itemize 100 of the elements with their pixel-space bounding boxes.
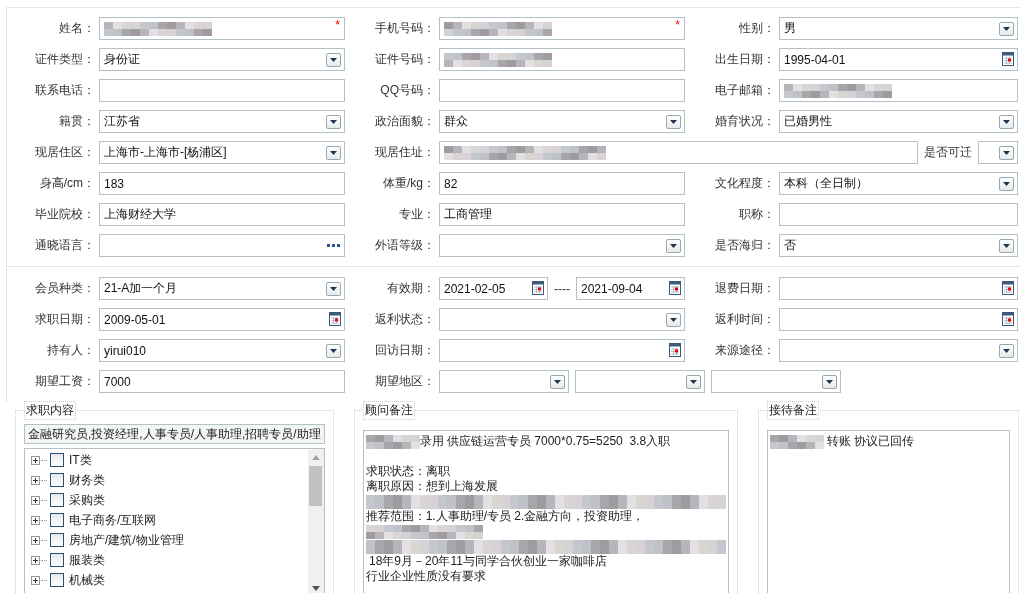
select-field[interactable] bbox=[575, 370, 705, 393]
expand-icon[interactable] bbox=[31, 515, 40, 525]
picker-field[interactable] bbox=[99, 234, 345, 257]
select-field[interactable]: yirui010 bbox=[99, 339, 345, 362]
tree-item[interactable]: 电子商务/互联网 bbox=[69, 511, 157, 529]
expand-icon[interactable] bbox=[31, 575, 40, 585]
calendar-icon bbox=[329, 312, 341, 326]
note-text: 推荐范围：1.人事助理/专员 2.金融方向，投资助理， bbox=[365, 509, 645, 524]
scrollbar-thumb[interactable] bbox=[308, 466, 322, 506]
checkbox[interactable] bbox=[50, 453, 64, 467]
date-field[interactable]: 2009-05-01 bbox=[99, 308, 345, 331]
selected-jobs-field[interactable]: 金融研究员,投资经理,人事专员/人事助理,招聘专员/助理 bbox=[24, 424, 325, 444]
field-label: 返利时间： bbox=[714, 311, 775, 328]
text-field[interactable]: 82 bbox=[439, 172, 685, 195]
select-field[interactable] bbox=[779, 339, 1018, 362]
select-field[interactable] bbox=[439, 308, 685, 331]
caret-icon bbox=[550, 375, 565, 389]
select-field[interactable]: 否 bbox=[779, 234, 1018, 257]
select-field[interactable] bbox=[978, 141, 1018, 164]
required-mark: * bbox=[335, 18, 340, 32]
checkbox[interactable] bbox=[50, 493, 64, 507]
field-label: 身高/cm： bbox=[38, 175, 95, 192]
expand-icon[interactable] bbox=[31, 455, 40, 465]
text-field[interactable]: 上海财经大学 bbox=[99, 203, 345, 226]
tree-item[interactable]: 机械类 bbox=[69, 571, 105, 589]
select-field[interactable]: 身份证 bbox=[99, 48, 345, 71]
field-label: 期望工资： bbox=[34, 373, 95, 390]
date-field[interactable] bbox=[779, 277, 1018, 300]
range-separator: ---- bbox=[554, 281, 570, 296]
note-text: 行业企业性质没有要求 bbox=[365, 569, 486, 584]
field-label: 现居住址： bbox=[374, 144, 435, 161]
expand-icon[interactable] bbox=[31, 495, 40, 505]
field-label: 毕业院校： bbox=[34, 206, 95, 223]
field-label: 持有人： bbox=[46, 342, 95, 359]
text-field[interactable] bbox=[779, 203, 1018, 226]
text-field[interactable]: * bbox=[439, 17, 685, 40]
field-label: 籍贯： bbox=[58, 113, 95, 130]
date-field[interactable]: 1995-04-01 bbox=[779, 48, 1018, 71]
text-field[interactable] bbox=[99, 79, 345, 102]
tree-item[interactable]: IT类 bbox=[69, 451, 92, 469]
text-field[interactable]: * bbox=[99, 17, 345, 40]
select-field[interactable]: 上海市-上海市-[杨浦区] bbox=[99, 141, 345, 164]
select-field[interactable] bbox=[711, 370, 841, 393]
text-field[interactable] bbox=[439, 79, 685, 102]
select-field[interactable]: 本科（全日制） bbox=[779, 172, 1018, 195]
text-field[interactable] bbox=[779, 79, 1018, 102]
select-field[interactable] bbox=[439, 234, 685, 257]
text-field[interactable]: 183 bbox=[99, 172, 345, 195]
scroll-down-icon[interactable] bbox=[310, 586, 321, 592]
text-field[interactable]: 7000 bbox=[99, 370, 345, 393]
scroll-up-icon[interactable] bbox=[310, 454, 321, 460]
field-label: 性别： bbox=[738, 20, 775, 37]
select-field[interactable]: 群众 bbox=[439, 110, 685, 133]
caret-icon bbox=[686, 375, 701, 389]
field-label: 外语等级： bbox=[374, 237, 435, 254]
field-label: 政治面貌： bbox=[374, 113, 435, 130]
group-title: 顾问备注 bbox=[362, 401, 415, 420]
expand-icon[interactable] bbox=[31, 475, 40, 485]
checkbox[interactable] bbox=[50, 573, 64, 587]
field-label: 现居住区： bbox=[34, 144, 95, 161]
notes-textarea[interactable]: 录用 供应链运营专员 7000*0.75=5250 3.8入职 求职状态：离职 离职原因：想到上海发展 推荐范围：1.人事助理/专员 2.金融方向，投资助理， 18年9月－20年11与同学合伙创业一家咖啡店 行业企业性质没有要求 bbox=[362, 430, 729, 593]
date-field[interactable]: 2021-02-05 bbox=[439, 277, 548, 300]
date-field[interactable] bbox=[779, 308, 1018, 331]
text-field[interactable] bbox=[439, 141, 918, 164]
date-field[interactable] bbox=[439, 339, 685, 362]
tree-item[interactable]: 采购类 bbox=[69, 491, 105, 509]
caret-icon bbox=[326, 282, 341, 296]
select-field[interactable]: 男 bbox=[779, 17, 1018, 40]
calendar-icon bbox=[1002, 312, 1014, 326]
caret-icon bbox=[822, 375, 837, 389]
caret-icon bbox=[326, 146, 341, 160]
select-field[interactable]: 江苏省 bbox=[99, 110, 345, 133]
tree-item[interactable]: 房地产/建筑/物业管理 bbox=[69, 531, 184, 549]
text-field[interactable]: 工商管理 bbox=[439, 203, 685, 226]
notes-textarea[interactable]: 转账 协议已回传 bbox=[766, 430, 1010, 593]
select-field[interactable]: 21-A加一个月 bbox=[99, 277, 345, 300]
select-field[interactable]: 已婚男性 bbox=[779, 110, 1018, 133]
group-title: 接待备注 bbox=[766, 401, 819, 420]
expand-icon[interactable] bbox=[31, 535, 40, 545]
checkbox[interactable] bbox=[50, 473, 64, 487]
field-label: 会员种类： bbox=[34, 280, 95, 297]
caret-icon bbox=[999, 146, 1014, 160]
text-field[interactable] bbox=[439, 48, 685, 71]
tree-item[interactable]: 服装类 bbox=[69, 551, 105, 569]
select-field[interactable] bbox=[439, 370, 569, 393]
caret-icon bbox=[999, 115, 1014, 129]
field-label: 姓名： bbox=[58, 20, 95, 37]
checkbox[interactable] bbox=[50, 553, 64, 567]
note-text: 求职状态：离职 bbox=[365, 464, 450, 479]
calendar-icon bbox=[669, 343, 681, 357]
date-field[interactable]: 2021-09-04 bbox=[576, 277, 685, 300]
field-label: 退费日期： bbox=[714, 280, 775, 297]
expand-icon[interactable] bbox=[31, 555, 40, 565]
scrollbar[interactable] bbox=[307, 449, 324, 593]
field-label: 体重/kg： bbox=[382, 175, 435, 192]
checkbox[interactable] bbox=[50, 513, 64, 527]
checkbox[interactable] bbox=[50, 533, 64, 547]
note-text: 转账 协议已回传 bbox=[826, 434, 915, 449]
caret-icon bbox=[999, 344, 1014, 358]
tree-item[interactable]: 财务类 bbox=[69, 471, 105, 489]
